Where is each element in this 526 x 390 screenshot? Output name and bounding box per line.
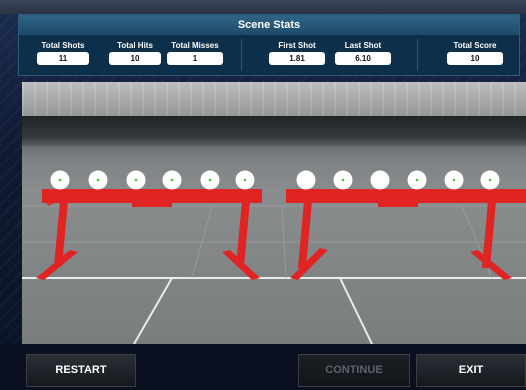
target-stand-right (286, 189, 526, 280)
stat-label: Total Score (453, 41, 497, 50)
stat-total-score: Total Score 10 (445, 40, 505, 65)
stat-first-shot: First Shot 1.81 (267, 40, 327, 65)
stat-total-shots: Total Shots 11 (29, 40, 97, 65)
stats-divider (241, 39, 242, 71)
floor-line (339, 277, 373, 344)
target-hit-marker (341, 178, 345, 182)
target-hit-marker (243, 178, 247, 182)
stat-label: Total Hits (117, 41, 153, 50)
stat-label: First Shot (278, 41, 316, 50)
scene-stats-panel: Scene Stats Total Shots 11 Total Hits 10… (18, 14, 520, 76)
stats-title: Scene Stats (19, 15, 519, 35)
target-plate (296, 170, 316, 190)
stand-leg (236, 201, 250, 266)
continue-button[interactable]: CONTINUE (298, 354, 410, 387)
stat-value: 11 (37, 52, 89, 65)
stat-total-misses: Total Misses 1 (165, 40, 225, 65)
stat-last-shot: Last Shot 6.10 (333, 40, 393, 65)
target-stand-left (36, 189, 262, 280)
stats-divider (417, 39, 418, 71)
target-hit-marker (134, 178, 138, 182)
stat-label: Last Shot (344, 41, 382, 50)
stat-label: Total Misses (171, 41, 219, 50)
stat-label: Total Shots (41, 41, 85, 50)
stat-value: 1 (167, 52, 223, 65)
bottom-bar: RESTART CONTINUE EXIT (0, 344, 526, 390)
stand-beam-center (378, 193, 418, 207)
top-band (0, 0, 526, 14)
exit-button[interactable]: EXIT (416, 354, 526, 387)
stat-value: 10 (447, 52, 503, 65)
stat-total-hits: Total Hits 10 (101, 40, 169, 65)
targets (50, 170, 500, 190)
floor-line (133, 277, 173, 344)
target-hit-marker (170, 178, 174, 182)
restart-button[interactable]: RESTART (26, 354, 136, 387)
floor-lines (22, 277, 526, 344)
target-hit-marker (208, 178, 212, 182)
stand-beam-center (132, 193, 172, 207)
range-drawing (22, 170, 526, 344)
target-plate (370, 170, 390, 190)
target-hit-marker (58, 178, 62, 182)
stat-value: 10 (109, 52, 161, 65)
target-hit-marker (452, 178, 456, 182)
target-hit-marker (415, 178, 419, 182)
stand-leg (298, 201, 312, 268)
stat-value: 6.10 (335, 52, 391, 65)
target-hit-marker (96, 178, 100, 182)
stand-foot (290, 248, 328, 280)
stat-value: 1.81 (269, 52, 325, 65)
target-hit-marker (488, 178, 492, 182)
shooting-range-scene (22, 82, 526, 344)
floor-grid (22, 205, 526, 279)
